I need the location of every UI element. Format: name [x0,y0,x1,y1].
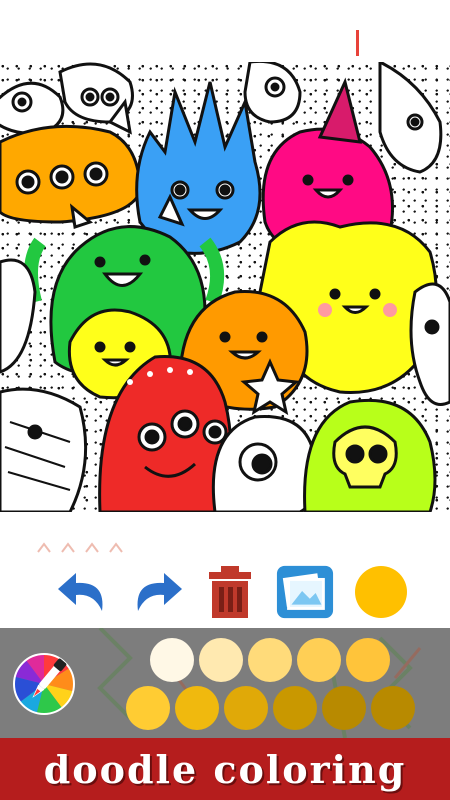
color-wheel-icon [13,653,75,715]
decorative-pattern-strip [37,542,123,553]
app-title: doodle coloring [43,746,407,792]
current-color-indicator [355,566,407,618]
redo-arrow-icon [137,573,182,611]
gallery-photos-icon [276,565,334,619]
undo-button[interactable] [52,556,112,628]
current-color-button[interactable] [351,556,411,628]
color-swatch[interactable] [248,638,292,682]
gallery-button[interactable] [275,556,335,628]
doodle-artwork[interactable] [0,62,450,512]
color-swatch[interactable] [297,638,341,682]
coloring-canvas[interactable] [0,62,450,512]
color-swatch[interactable] [175,686,219,730]
color-picker-button[interactable] [12,652,76,716]
redo-button[interactable] [128,556,188,628]
color-swatch[interactable] [346,638,390,682]
trash-can-icon [209,566,251,618]
app-title-banner: doodle coloring [0,738,450,800]
color-swatch[interactable] [150,638,194,682]
color-swatch[interactable] [126,686,170,730]
color-swatch[interactable] [199,638,243,682]
color-swatch[interactable] [273,686,317,730]
toolbar [0,556,450,628]
progress-marker [356,30,359,56]
clear-button[interactable] [200,556,260,628]
app-screen: doodle coloring [0,0,450,800]
undo-arrow-icon [58,573,103,611]
color-swatch[interactable] [224,686,268,730]
color-swatch[interactable] [371,686,415,730]
color-swatch[interactable] [322,686,366,730]
